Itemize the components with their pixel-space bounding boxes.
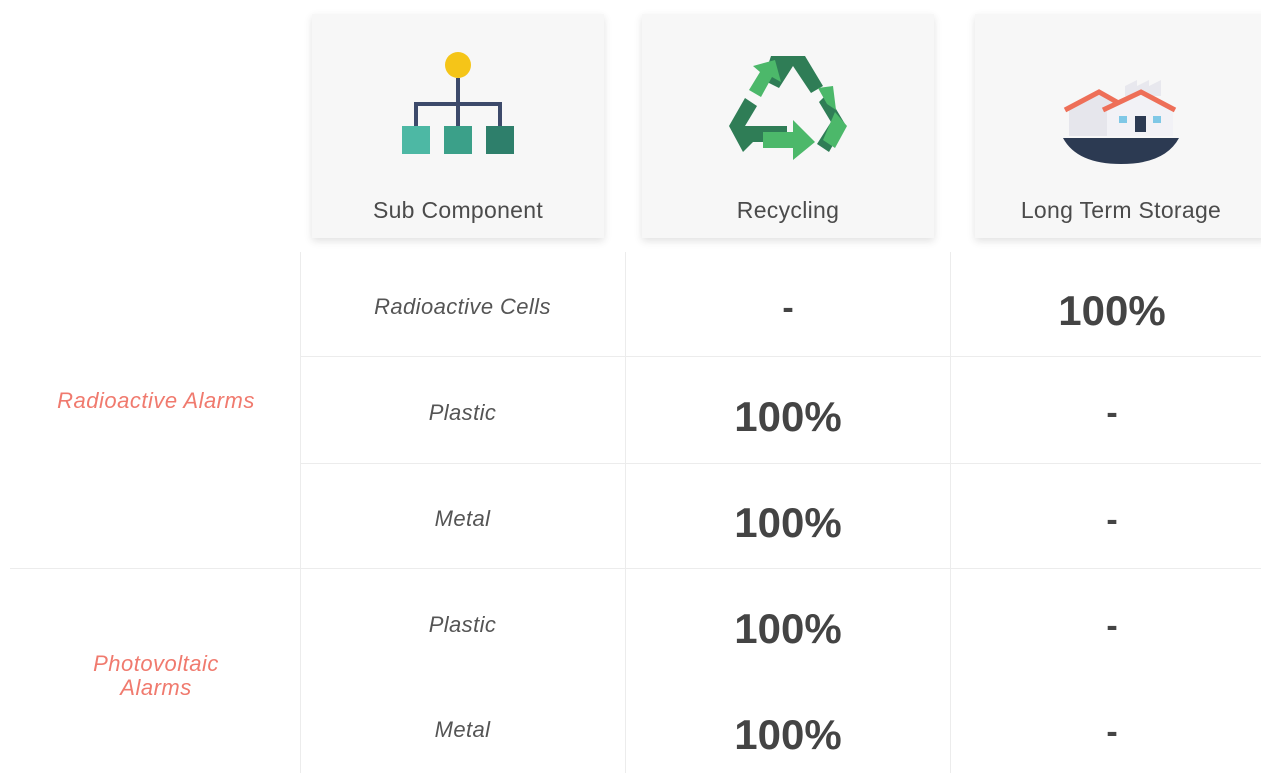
divider <box>300 463 1261 464</box>
group-label-radioactive-alarms: Radioactive Alarms <box>57 388 255 413</box>
sub-component-cell: Plastic <box>428 612 497 637</box>
group-label-photovoltaic-alarms: Photovoltaic Alarms <box>93 651 219 700</box>
hierarchy-icon <box>312 52 604 162</box>
column-header-label: Sub Component <box>372 197 544 223</box>
divider <box>10 568 1261 569</box>
recycling-value: 100% <box>734 605 842 652</box>
storage-value: - <box>1106 394 1118 432</box>
storage-value: 100% <box>1058 287 1166 334</box>
storage-value: - <box>1106 713 1118 751</box>
column-header-long-term-storage: Long Term Storage <box>975 14 1261 238</box>
recycling-value: - <box>782 289 794 327</box>
sub-component-cell: Metal <box>434 506 491 531</box>
sub-component-cell: Radioactive Cells <box>374 294 551 319</box>
column-header-sub-component: Sub Component <box>312 14 604 238</box>
sub-component-cell: Plastic <box>428 400 497 425</box>
divider <box>300 356 1261 357</box>
storage-value: - <box>1106 501 1118 539</box>
recycling-value: 100% <box>734 499 842 546</box>
sub-component-cell: Metal <box>434 717 491 742</box>
recycling-value: 100% <box>734 393 842 440</box>
column-header-label: Recycling <box>736 197 840 223</box>
storage-value: - <box>1106 607 1118 645</box>
column-header-recycling: Recycling <box>642 14 934 238</box>
recycle-icon <box>642 52 934 164</box>
recycling-value: 100% <box>734 711 842 758</box>
column-header-label: Long Term Storage <box>1020 197 1222 223</box>
storage-facility-icon <box>975 52 1261 164</box>
